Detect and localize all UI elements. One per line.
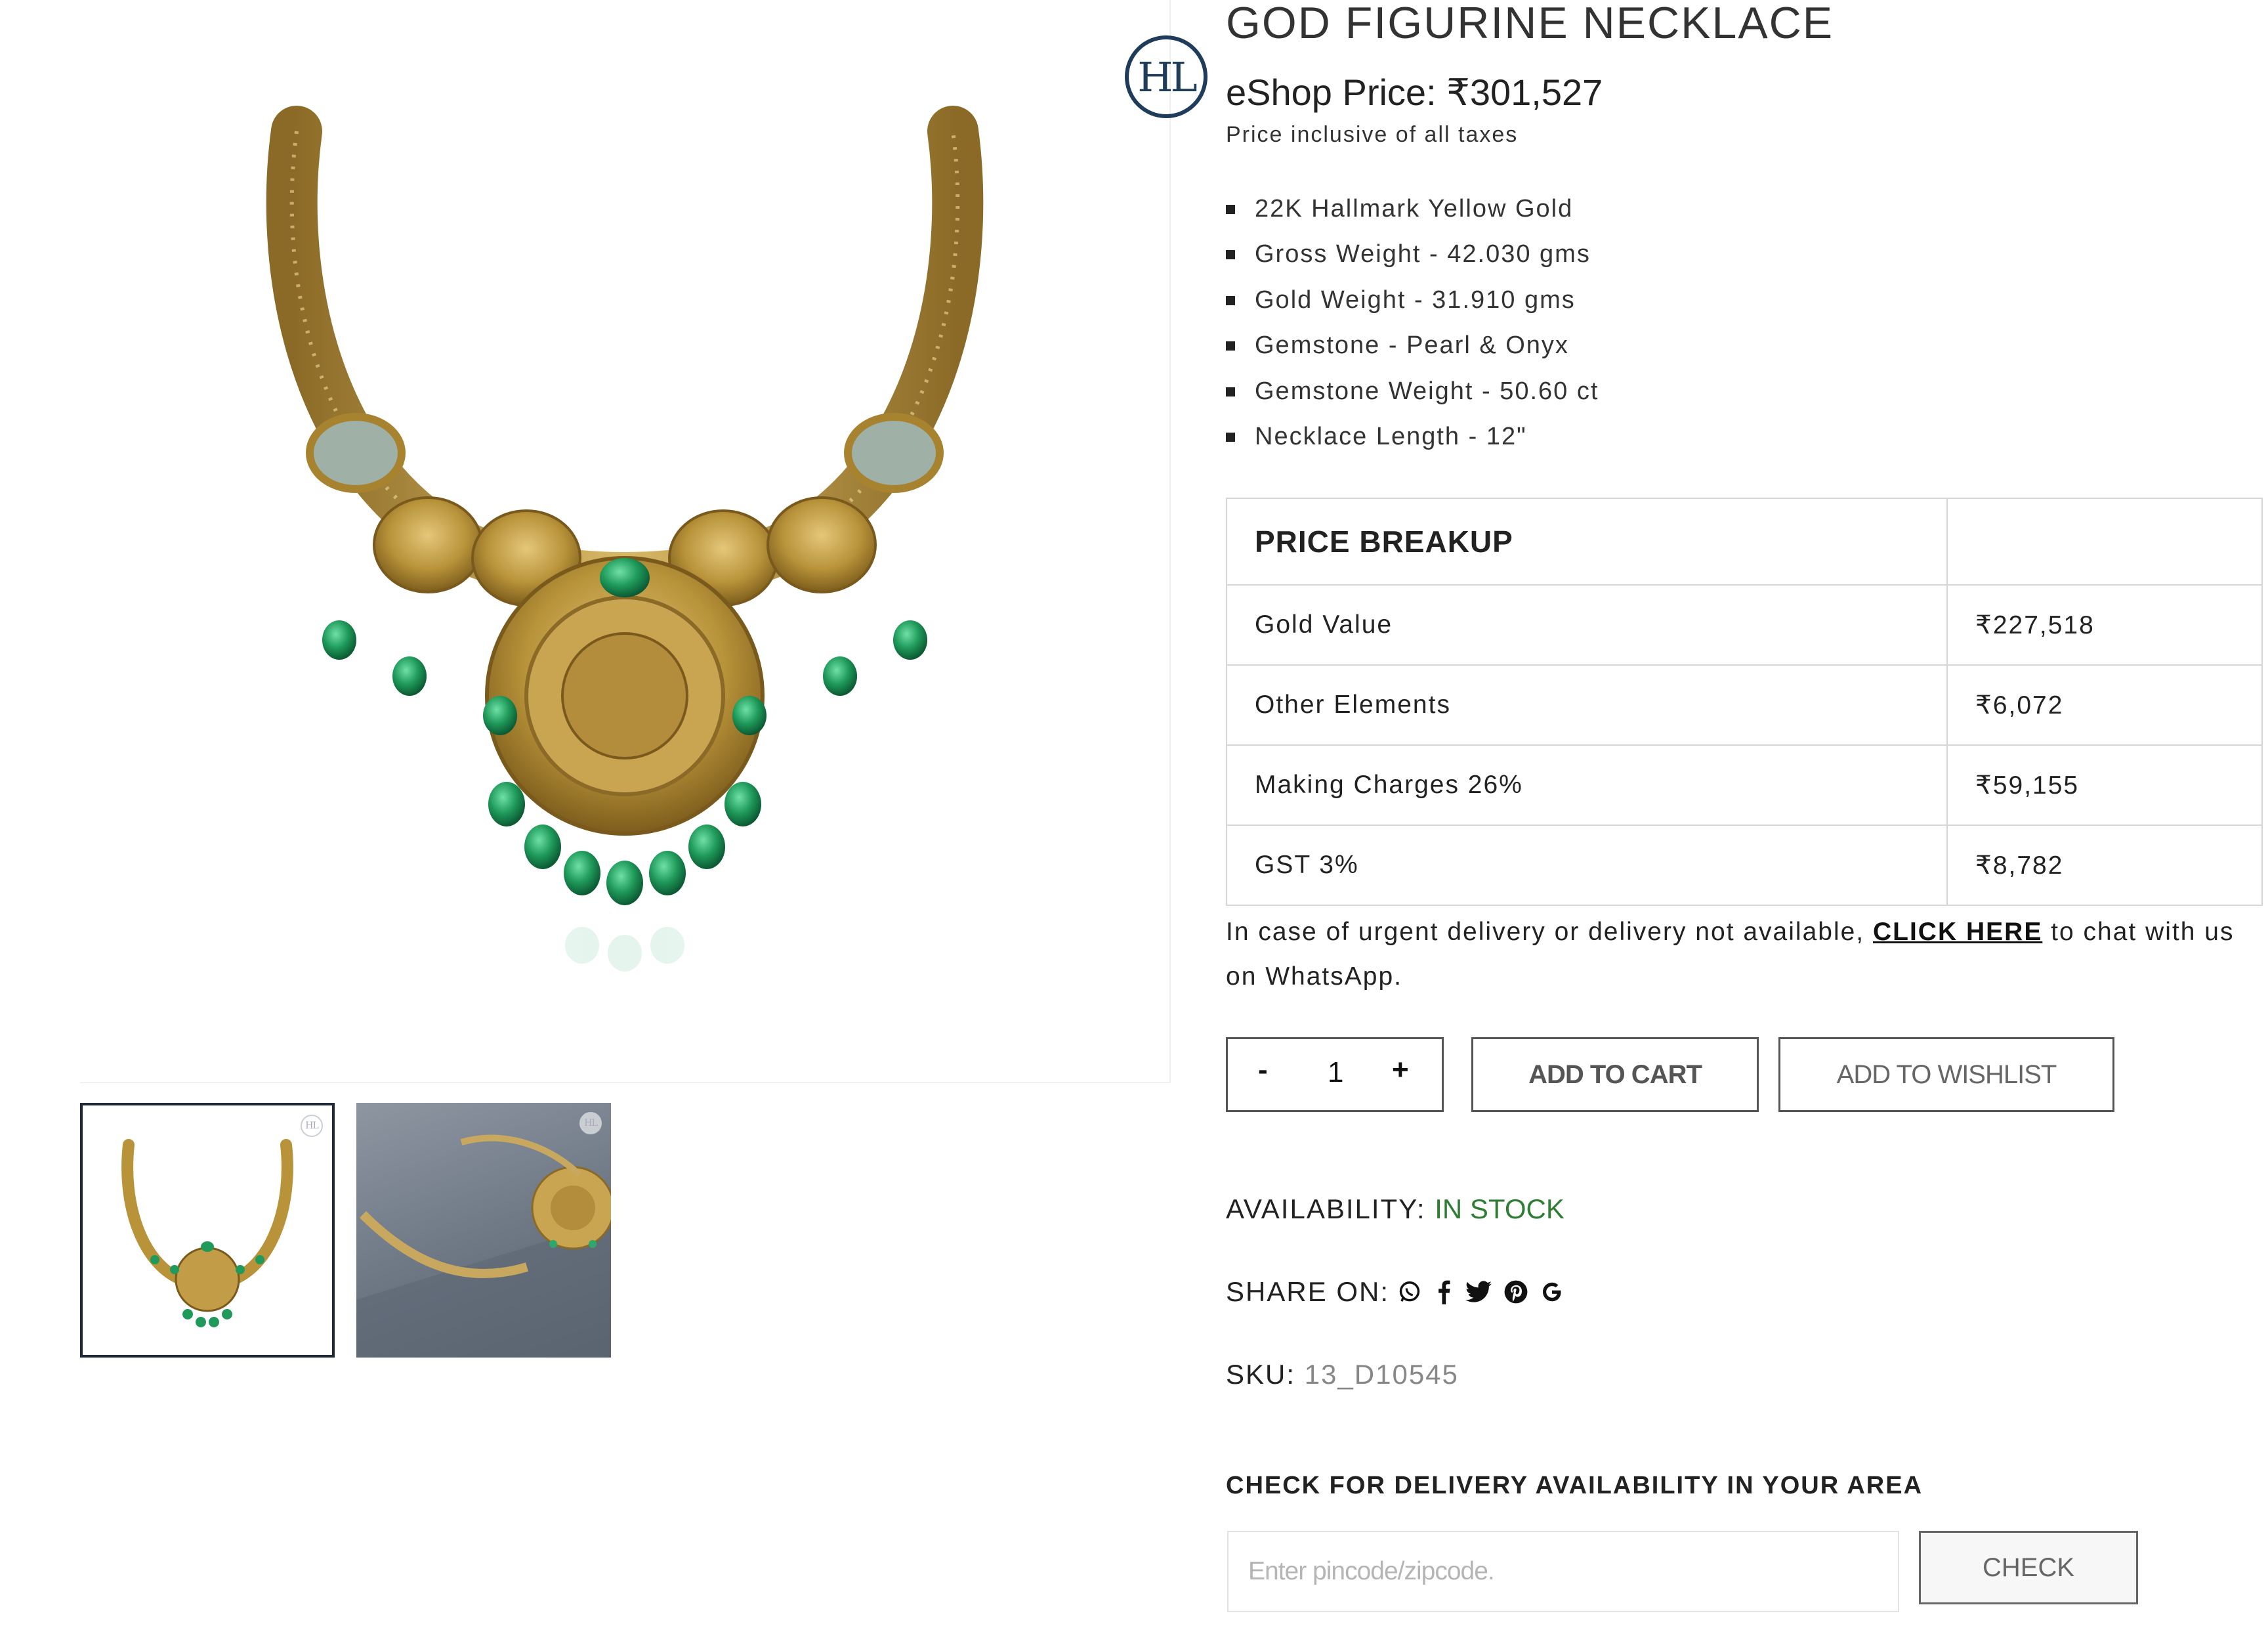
necklace-front-thumbnail [121,1139,293,1327]
share-bar: SHARE ON: [1226,1276,1576,1308]
feature-item: 22K Hallmark Yellow Gold [1226,190,1599,236]
whatsapp-chat-link[interactable]: CLICK HERE [1873,918,2042,946]
check-delivery-button[interactable]: CHECK [1919,1531,2138,1604]
twitter-icon[interactable] [1465,1280,1492,1304]
feature-text: Necklace Length - 12" [1255,422,1527,450]
row-value: ₹6,072 [1946,664,2263,746]
table-row: Making Charges 26% ₹59,155 [1226,744,2263,826]
feature-item: Gross Weight - 42.030 gms [1226,236,1599,281]
facebook-icon[interactable] [1434,1279,1454,1304]
sku-value: 13_D10545 [1304,1359,1459,1390]
bullet-icon [1226,341,1235,351]
row-label: GST 3% [1226,825,1948,906]
bullet-icon [1226,250,1235,260]
whatsapp-icon[interactable] [1397,1279,1422,1304]
decrease-quantity-button[interactable]: - [1258,1054,1268,1086]
thumbnail-2[interactable]: HL [356,1103,611,1358]
table-row: Other Elements ₹6,072 [1226,664,2263,746]
sku: SKU: 13_D10545 [1226,1359,1459,1390]
sku-label: SKU: [1226,1359,1296,1390]
bullet-icon [1226,205,1235,214]
feature-text: Gross Weight - 42.030 gms [1255,240,1591,268]
availability-label: AVAILABILITY: [1226,1193,1426,1224]
row-label: Other Elements [1226,664,1948,746]
bullet-icon [1226,295,1235,305]
table-row: GST 3% ₹8,782 [1226,825,2263,906]
pincode-input[interactable] [1227,1531,1899,1612]
row-label: Making Charges 26% [1226,744,1948,826]
row-value: ₹8,782 [1946,825,2263,906]
feature-list: 22K Hallmark Yellow Gold Gross Weight - … [1226,190,1599,463]
availability: AVAILABILITY: IN STOCK [1226,1193,1564,1225]
thumbnail-logo: HL [579,1112,602,1134]
row-label: Gold Value [1226,584,1948,666]
table-header-row: PRICE BREAKUP [1226,498,2263,586]
price-breakup-header: PRICE BREAKUP [1226,498,1948,586]
brand-logo: HL [1125,35,1208,118]
table-header-empty [1946,498,2263,586]
table-row: Gold Value ₹227,518 [1226,584,2263,666]
stock-status: IN STOCK [1435,1193,1564,1224]
thumbnail-1[interactable]: HL [80,1103,335,1358]
feature-text: Gemstone - Pearl & Onyx [1255,332,1569,360]
bullet-icon [1226,387,1235,396]
price-label: eShop Price: [1226,72,1437,113]
quantity-stepper[interactable]: - 1 + [1226,1037,1444,1112]
price-breakup-table: PRICE BREAKUP Gold Value ₹227,518 Other … [1226,498,2263,906]
necklace-angled-thumbnail [356,1134,611,1358]
row-value: ₹227,518 [1946,584,2263,666]
delivery-check-title: CHECK FOR DELIVERY AVAILABILITY IN YOUR … [1226,1472,1923,1499]
feature-item: Gemstone - Pearl & Onyx [1226,327,1599,372]
quantity-value[interactable]: 1 [1328,1056,1343,1089]
thumbnail-logo: HL [301,1115,323,1137]
bullet-icon [1226,432,1235,442]
urgent-delivery-note: In case of urgent delivery or delivery n… [1226,910,2263,999]
feature-item: Gemstone Weight - 50.60 ct [1226,373,1599,418]
feature-text: Gold Weight - 31.910 gms [1255,286,1576,314]
feature-item: Gold Weight - 31.910 gms [1226,282,1599,327]
product-title: GOD FIGURINE NECKLACE [1226,0,1834,48]
share-label: SHARE ON: [1226,1276,1390,1307]
feature-text: Gemstone Weight - 50.60 ct [1255,377,1599,405]
feature-text: 22K Hallmark Yellow Gold [1255,195,1574,223]
pinterest-icon[interactable] [1503,1279,1528,1304]
necklace-image [266,106,984,972]
product-main-image[interactable]: HL [80,0,1208,1083]
feature-item: Necklace Length - 12" [1226,418,1599,463]
urgent-prefix: In case of urgent delivery or delivery n… [1226,918,1873,946]
add-to-wishlist-button[interactable]: ADD TO WISHLIST [1778,1037,2114,1112]
price-amount: ₹301,527 [1446,72,1603,113]
price-line: eShop Price: ₹301,527 [1226,71,1603,114]
increase-quantity-button[interactable]: + [1392,1054,1409,1086]
price-note: Price inclusive of all taxes [1226,122,1519,147]
add-to-cart-button[interactable]: ADD TO CART [1471,1037,1759,1112]
row-value: ₹59,155 [1946,744,2263,826]
google-icon[interactable] [1540,1280,1564,1304]
